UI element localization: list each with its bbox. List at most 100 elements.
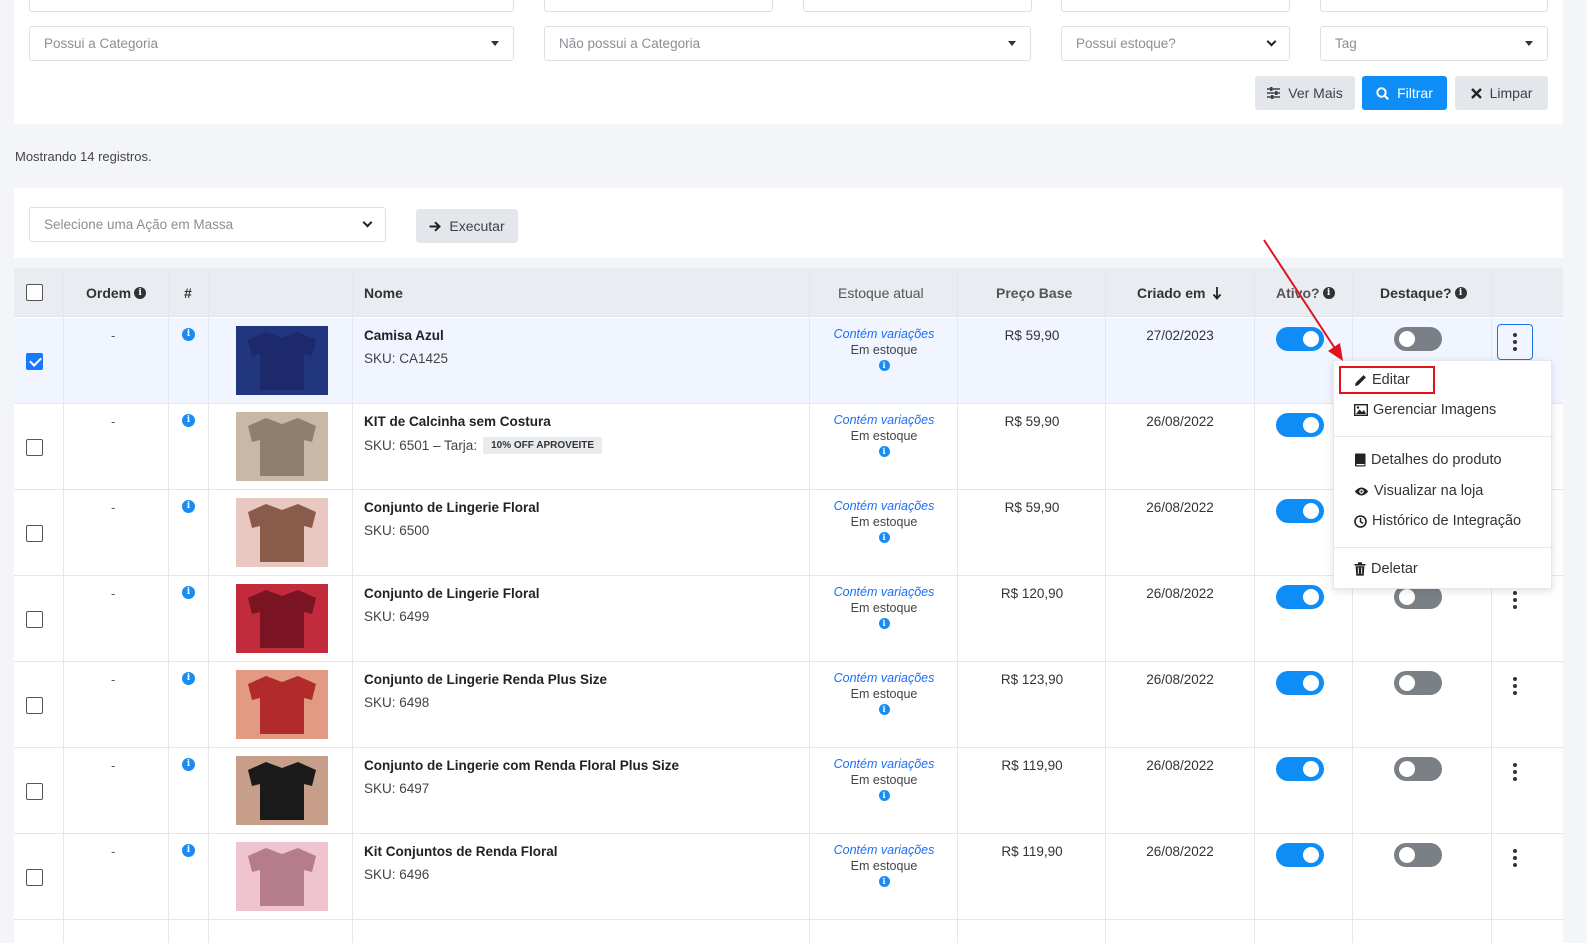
column-divider: [168, 268, 169, 943]
product-thumbnail: [236, 842, 328, 911]
stock-cell: Contém variações Em estoque i: [810, 757, 958, 801]
header-ordem[interactable]: Ordem i: [86, 268, 147, 317]
active-toggle[interactable]: [1276, 413, 1324, 437]
info-icon[interactable]: i: [182, 500, 195, 513]
info-icon[interactable]: i: [182, 672, 195, 685]
row-actions-menu-button[interactable]: [1497, 840, 1533, 876]
info-icon[interactable]: i: [878, 532, 890, 543]
filter-top-2[interactable]: [544, 0, 773, 12]
variations-link[interactable]: Contém variações: [810, 757, 958, 771]
row-checkbox[interactable]: [26, 783, 43, 800]
created-date: 26/08/2022: [1146, 500, 1214, 515]
filter-tag-select[interactable]: Tag: [1320, 26, 1548, 61]
base-price: R$ 123,90: [1000, 672, 1064, 687]
product-name[interactable]: Conjunto de Lingerie Floral: [364, 500, 540, 515]
product-name[interactable]: KIT de Calcinha sem Costura: [364, 414, 551, 429]
filter-top-5[interactable]: [1320, 0, 1548, 12]
filter-categoria-select[interactable]: Possui a Categoria: [29, 26, 514, 61]
base-price: R$ 59,90: [1004, 328, 1060, 343]
active-toggle[interactable]: [1276, 671, 1324, 695]
clock-icon: [1354, 514, 1367, 528]
row-checkbox[interactable]: [26, 869, 43, 886]
row-actions-menu-button[interactable]: [1497, 668, 1533, 704]
product-name[interactable]: Conjunto de Lingerie com Renda Floral Pl…: [364, 758, 679, 773]
variations-link[interactable]: Contém variações: [810, 499, 958, 513]
info-icon: i: [1454, 286, 1467, 299]
filter-top-1[interactable]: [29, 0, 514, 12]
variations-link[interactable]: Contém variações: [810, 843, 958, 857]
filter-estoque-select[interactable]: Possui estoque?: [1061, 26, 1290, 61]
chevron-down-icon: [362, 217, 373, 228]
active-toggle[interactable]: [1276, 843, 1324, 867]
menu-divider: [1334, 547, 1553, 548]
variations-link[interactable]: Contém variações: [810, 327, 958, 341]
info-icon[interactable]: i: [182, 328, 195, 341]
featured-toggle[interactable]: [1394, 843, 1442, 867]
base-price: R$ 59,90: [1004, 414, 1060, 429]
active-toggle[interactable]: [1276, 499, 1324, 523]
product-sku: SKU: 6501 – Tarja: 10% OFF APROVEITE: [364, 437, 603, 454]
info-icon[interactable]: i: [878, 446, 890, 457]
product-name[interactable]: Conjunto de Lingerie Floral: [364, 586, 540, 601]
product-name[interactable]: Kit Conjuntos de Renda Floral: [364, 844, 558, 859]
ver-mais-button[interactable]: Ver Mais: [1255, 76, 1355, 110]
row-checkbox[interactable]: [26, 439, 43, 456]
row-actions-menu-button[interactable]: [1497, 324, 1533, 360]
info-icon[interactable]: i: [878, 704, 890, 715]
active-toggle[interactable]: [1276, 585, 1324, 609]
header-nome[interactable]: Nome: [364, 268, 403, 317]
info-icon[interactable]: i: [182, 414, 195, 427]
column-divider: [1254, 268, 1255, 943]
variations-link[interactable]: Contém variações: [810, 585, 958, 599]
row-ordem: -: [111, 328, 116, 343]
image-icon: [1354, 404, 1368, 416]
featured-toggle[interactable]: [1394, 327, 1442, 351]
menu-item-deletar[interactable]: Deletar: [1354, 561, 1418, 577]
row-checkbox[interactable]: [26, 697, 43, 714]
product-name[interactable]: Camisa Azul: [364, 328, 444, 343]
base-price: R$ 59,90: [1004, 500, 1060, 515]
filter-panel: Possui a Categoria Não possui a Categori…: [14, 0, 1563, 124]
menu-item-visualizar[interactable]: Visualizar na loja: [1354, 483, 1483, 499]
active-toggle[interactable]: [1276, 327, 1324, 351]
info-icon[interactable]: i: [182, 586, 195, 599]
active-toggle[interactable]: [1276, 757, 1324, 781]
table-row: - i Camisa Azul SKU: CA1425 Contém variações…: [14, 318, 1563, 404]
filtrar-button[interactable]: Filtrar: [1362, 76, 1447, 110]
bulk-action-select[interactable]: Selecione uma Ação em Massa: [29, 207, 386, 242]
stock-status: Em estoque: [850, 601, 918, 615]
row-checkbox[interactable]: [26, 525, 43, 542]
menu-item-historico[interactable]: Histórico de Integração: [1354, 513, 1521, 529]
header-ativo[interactable]: Ativo? i: [1276, 268, 1335, 317]
table-row: - i Conjunto de Lingerie com Renda Floral …: [14, 748, 1563, 834]
header-criado[interactable]: Criado em: [1137, 268, 1222, 317]
header-preco[interactable]: Preço Base: [996, 268, 1072, 317]
filter-nao-categoria-select[interactable]: Não possui a Categoria: [544, 26, 1031, 61]
featured-toggle[interactable]: [1394, 671, 1442, 695]
product-name[interactable]: Conjunto de Lingerie Renda Plus Size: [364, 672, 607, 687]
sliders-icon: [1267, 87, 1281, 99]
table-row: - i Conjunto de Lingerie Floral SKU: 6500 Co…: [14, 490, 1563, 576]
info-icon[interactable]: i: [878, 360, 890, 371]
info-icon[interactable]: i: [182, 758, 195, 771]
info-icon[interactable]: i: [878, 790, 890, 801]
variations-link[interactable]: Contém variações: [810, 413, 958, 427]
info-icon[interactable]: i: [182, 844, 195, 857]
menu-item-gerenciar-imagens[interactable]: Gerenciar Imagens: [1354, 402, 1496, 418]
executar-button[interactable]: Executar: [416, 209, 518, 243]
limpar-button[interactable]: Limpar: [1455, 76, 1548, 110]
info-icon[interactable]: i: [878, 876, 890, 887]
filter-top-3[interactable]: [803, 0, 1032, 12]
header-hash[interactable]: #: [184, 268, 192, 317]
header-estoque[interactable]: Estoque atual: [838, 268, 924, 317]
header-destaque[interactable]: Destaque? i: [1380, 268, 1467, 317]
filter-top-4[interactable]: [1061, 0, 1290, 12]
menu-item-detalhes[interactable]: Detalhes do produto: [1354, 452, 1502, 468]
featured-toggle[interactable]: [1394, 757, 1442, 781]
row-checkbox[interactable]: [26, 611, 43, 628]
row-actions-menu-button[interactable]: [1497, 754, 1533, 790]
select-all-checkbox[interactable]: [26, 284, 43, 301]
variations-link[interactable]: Contém variações: [810, 671, 958, 685]
row-checkbox[interactable]: [26, 353, 43, 370]
info-icon[interactable]: i: [878, 618, 890, 629]
